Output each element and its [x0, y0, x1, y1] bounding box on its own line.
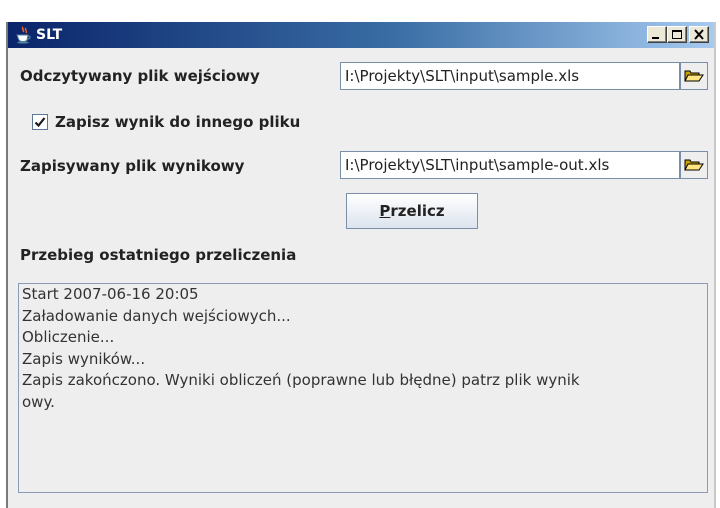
minimize-button[interactable] — [647, 26, 667, 43]
log-line: Obliczenie... — [22, 328, 115, 346]
maximize-icon — [672, 30, 682, 39]
recalculate-mnemonic: P — [379, 202, 391, 220]
output-file-label: Zapisywany plik wynikowy — [20, 157, 245, 175]
log-line: Zapis wyników... — [22, 349, 146, 368]
log-line: Start 2007-06-16 20:05 — [22, 285, 199, 303]
open-folder-icon — [684, 159, 704, 171]
save-to-other-file-label[interactable]: Zapisz wynik do innego pliku — [55, 112, 300, 132]
recalculate-button[interactable]: Przelicz — [346, 193, 478, 229]
log-line: owy. — [22, 392, 55, 411]
checkmark-icon — [34, 117, 46, 128]
title-bar[interactable]: SLT — [8, 22, 714, 48]
java-cup-icon — [14, 26, 32, 44]
input-file-label: Odczytywany plik wejściowy — [20, 67, 260, 85]
window-title: SLT — [36, 27, 63, 43]
close-icon — [694, 29, 704, 40]
log-line: Załadowanie danych wejściowych... — [22, 306, 291, 325]
close-button[interactable] — [689, 26, 709, 43]
maximize-button[interactable] — [667, 26, 687, 43]
log-heading: Przebieg ostatniego przeliczenia — [20, 246, 297, 264]
log-text-area[interactable]: Start 2007-06-16 20:05 Załadowanie danyc… — [18, 283, 708, 493]
save-to-other-file-checkbox[interactable] — [32, 114, 48, 130]
browse-input-button[interactable] — [680, 62, 708, 90]
minimize-icon — [652, 37, 659, 39]
log-line: Zapis zakończono. Wyniki obliczeń (popra… — [22, 371, 580, 389]
open-folder-icon — [684, 70, 704, 82]
output-file-field[interactable] — [340, 151, 680, 179]
recalculate-label: rzelicz — [390, 202, 445, 220]
browse-output-button[interactable] — [680, 151, 708, 179]
input-file-field[interactable] — [340, 62, 680, 90]
app-window: SLT Odczytywany plik wejściowy I:\Projek… — [6, 22, 716, 508]
